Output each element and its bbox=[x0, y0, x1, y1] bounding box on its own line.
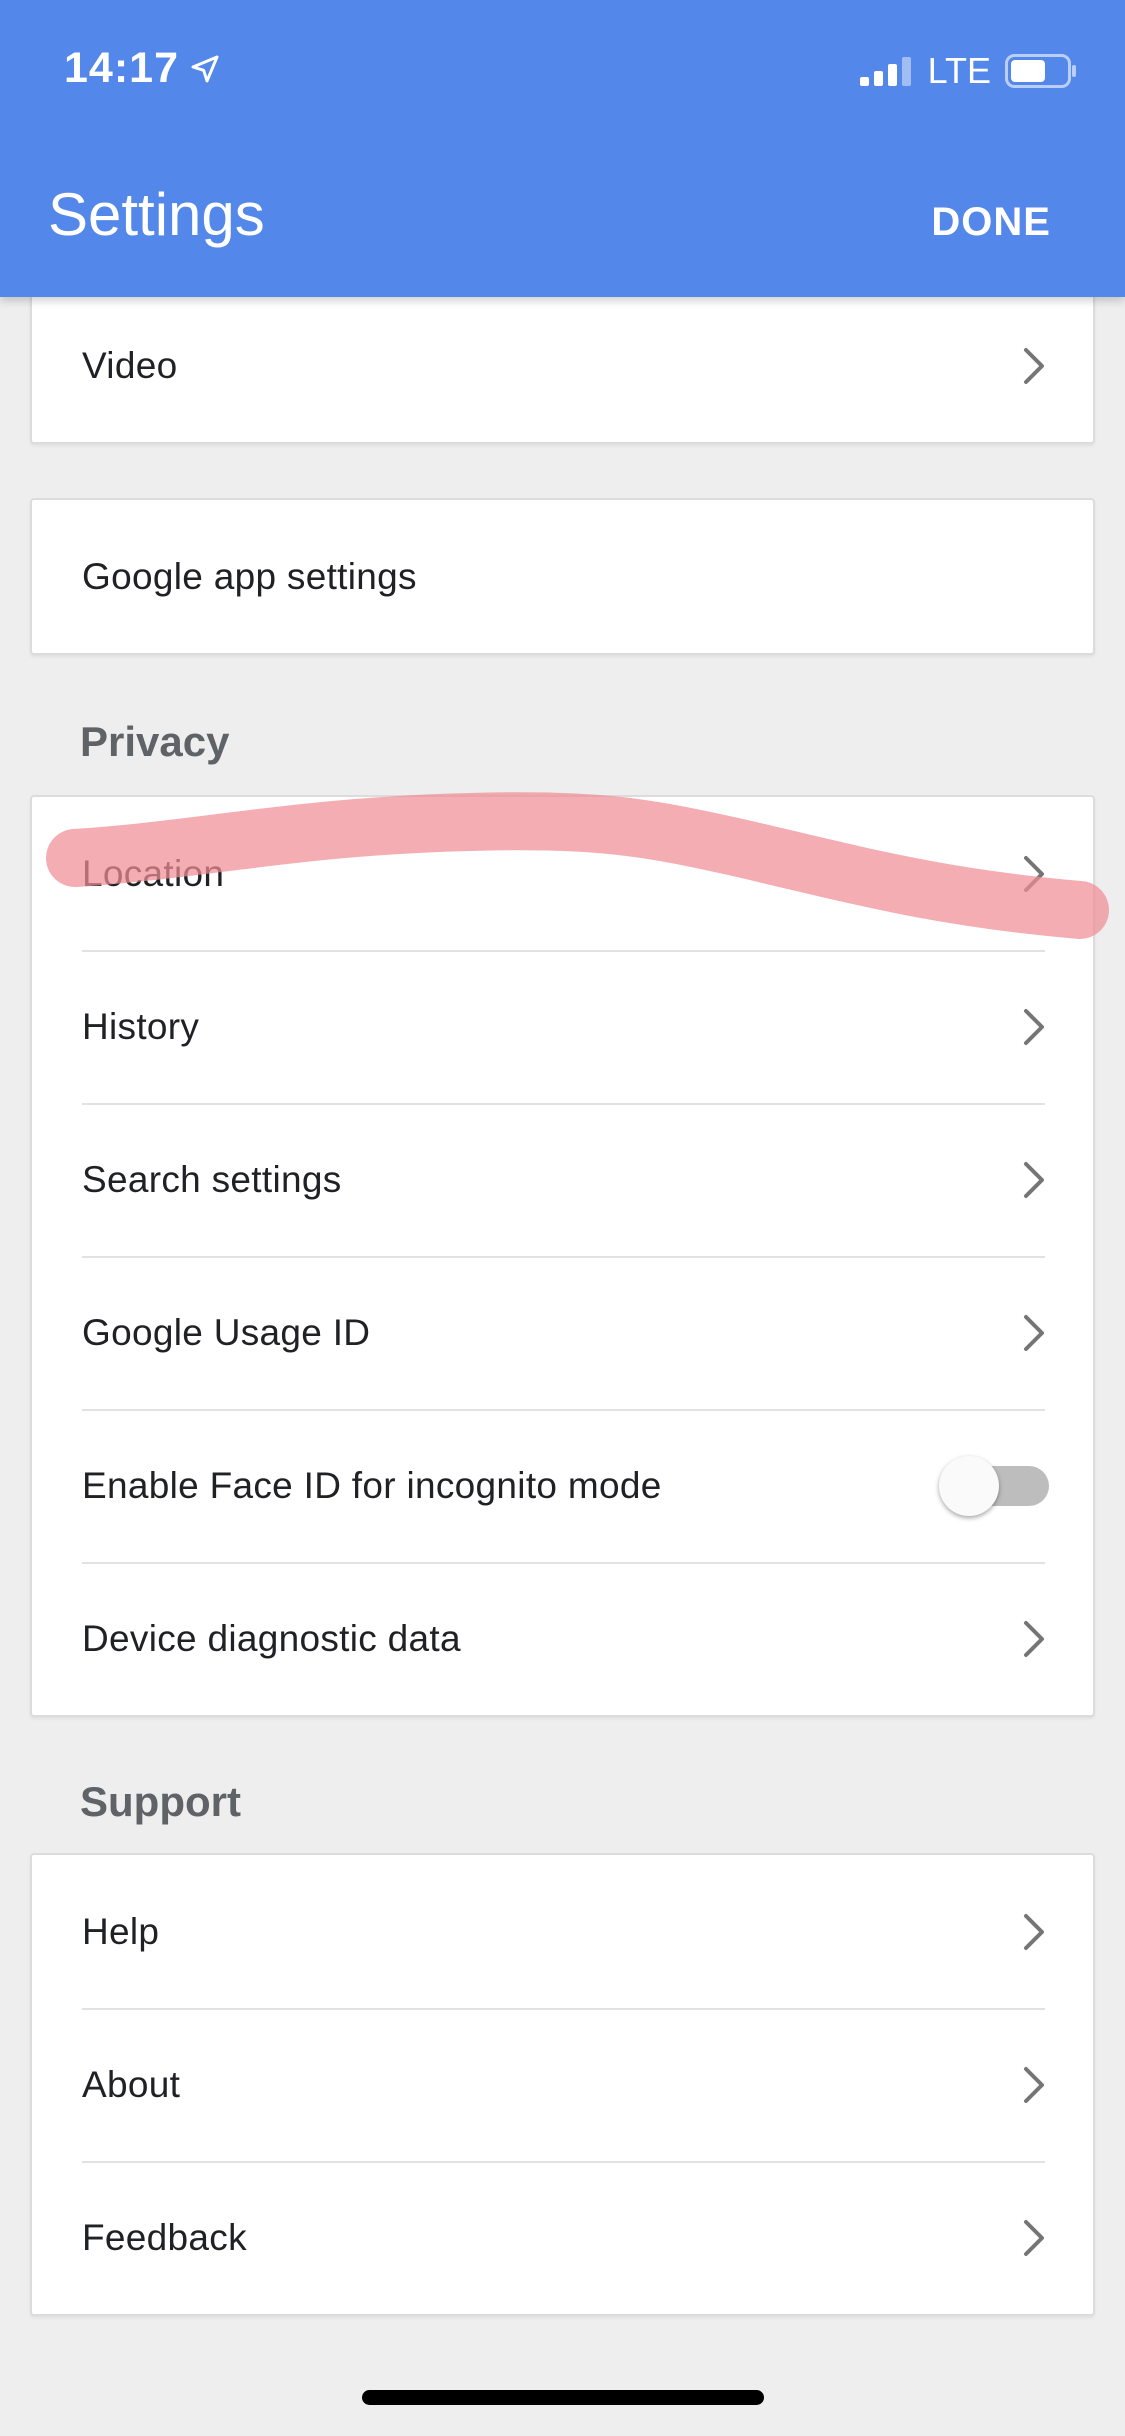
settings-row-history[interactable]: History bbox=[32, 950, 1093, 1103]
row-label: Search settings bbox=[82, 1158, 342, 1200]
face-id-incognito-toggle[interactable] bbox=[939, 1455, 1049, 1516]
settings-row-feedback[interactable]: Feedback bbox=[32, 2161, 1093, 2314]
chevron-right-icon bbox=[1019, 1160, 1049, 1200]
chevron-right-icon bbox=[1019, 2218, 1049, 2258]
chevron-right-icon bbox=[1019, 1007, 1049, 1047]
battery-icon bbox=[1005, 54, 1076, 88]
settings-row-location[interactable]: Location bbox=[32, 797, 1093, 950]
settings-row-about[interactable]: About bbox=[32, 2008, 1093, 2161]
support-card: Help About Feedback bbox=[30, 1853, 1095, 2316]
settings-row-search-settings[interactable]: Search settings bbox=[32, 1103, 1093, 1256]
privacy-card: Location History Search settings Google … bbox=[30, 795, 1095, 1717]
network-type: LTE bbox=[927, 50, 991, 91]
google-app-settings-card: Google app settings bbox=[30, 498, 1095, 655]
row-label: Enable Face ID for incognito mode bbox=[82, 1464, 662, 1506]
section-header-support: Support bbox=[80, 1778, 241, 1825]
app-header: 14:17 LTE Settings DONE bbox=[0, 0, 1125, 297]
settings-row-google-app-settings[interactable]: Google app settings bbox=[32, 500, 1093, 653]
status-bar-right: LTE bbox=[859, 50, 1077, 92]
section-header-privacy: Privacy bbox=[80, 718, 230, 765]
settings-row-face-id-incognito: Enable Face ID for incognito mode bbox=[32, 1409, 1093, 1562]
status-bar-time: 14:17 bbox=[64, 44, 221, 93]
row-label: About bbox=[82, 2063, 181, 2105]
row-label: History bbox=[82, 1005, 200, 1047]
row-label: Video bbox=[82, 345, 178, 386]
page-title: Settings bbox=[48, 181, 265, 248]
settings-row-help[interactable]: Help bbox=[32, 1855, 1093, 2008]
chevron-right-icon bbox=[1019, 1313, 1049, 1353]
row-label: Device diagnostic data bbox=[82, 1617, 461, 1659]
home-indicator[interactable] bbox=[362, 2390, 764, 2405]
settings-row-google-usage-id[interactable]: Google Usage ID bbox=[32, 1256, 1093, 1409]
row-label: Help bbox=[82, 1910, 160, 1952]
chevron-right-icon bbox=[1019, 1912, 1049, 1952]
cellular-signal-icon bbox=[859, 57, 911, 86]
chevron-right-icon bbox=[1019, 854, 1049, 894]
row-label: Location bbox=[82, 852, 225, 894]
row-label: Google Usage ID bbox=[82, 1311, 371, 1353]
location-arrow-icon bbox=[191, 55, 219, 82]
done-button[interactable]: DONE bbox=[931, 200, 1051, 245]
toggle-thumb bbox=[939, 1455, 999, 1516]
status-time-text: 14:17 bbox=[64, 44, 179, 92]
row-label: Feedback bbox=[82, 2216, 247, 2258]
chevron-right-icon bbox=[1019, 2065, 1049, 2105]
chevron-right-icon bbox=[1019, 346, 1049, 386]
chevron-right-icon bbox=[1019, 1619, 1049, 1659]
settings-row-device-diagnostic-data[interactable]: Device diagnostic data bbox=[32, 1562, 1093, 1715]
row-label: Google app settings bbox=[82, 555, 417, 597]
